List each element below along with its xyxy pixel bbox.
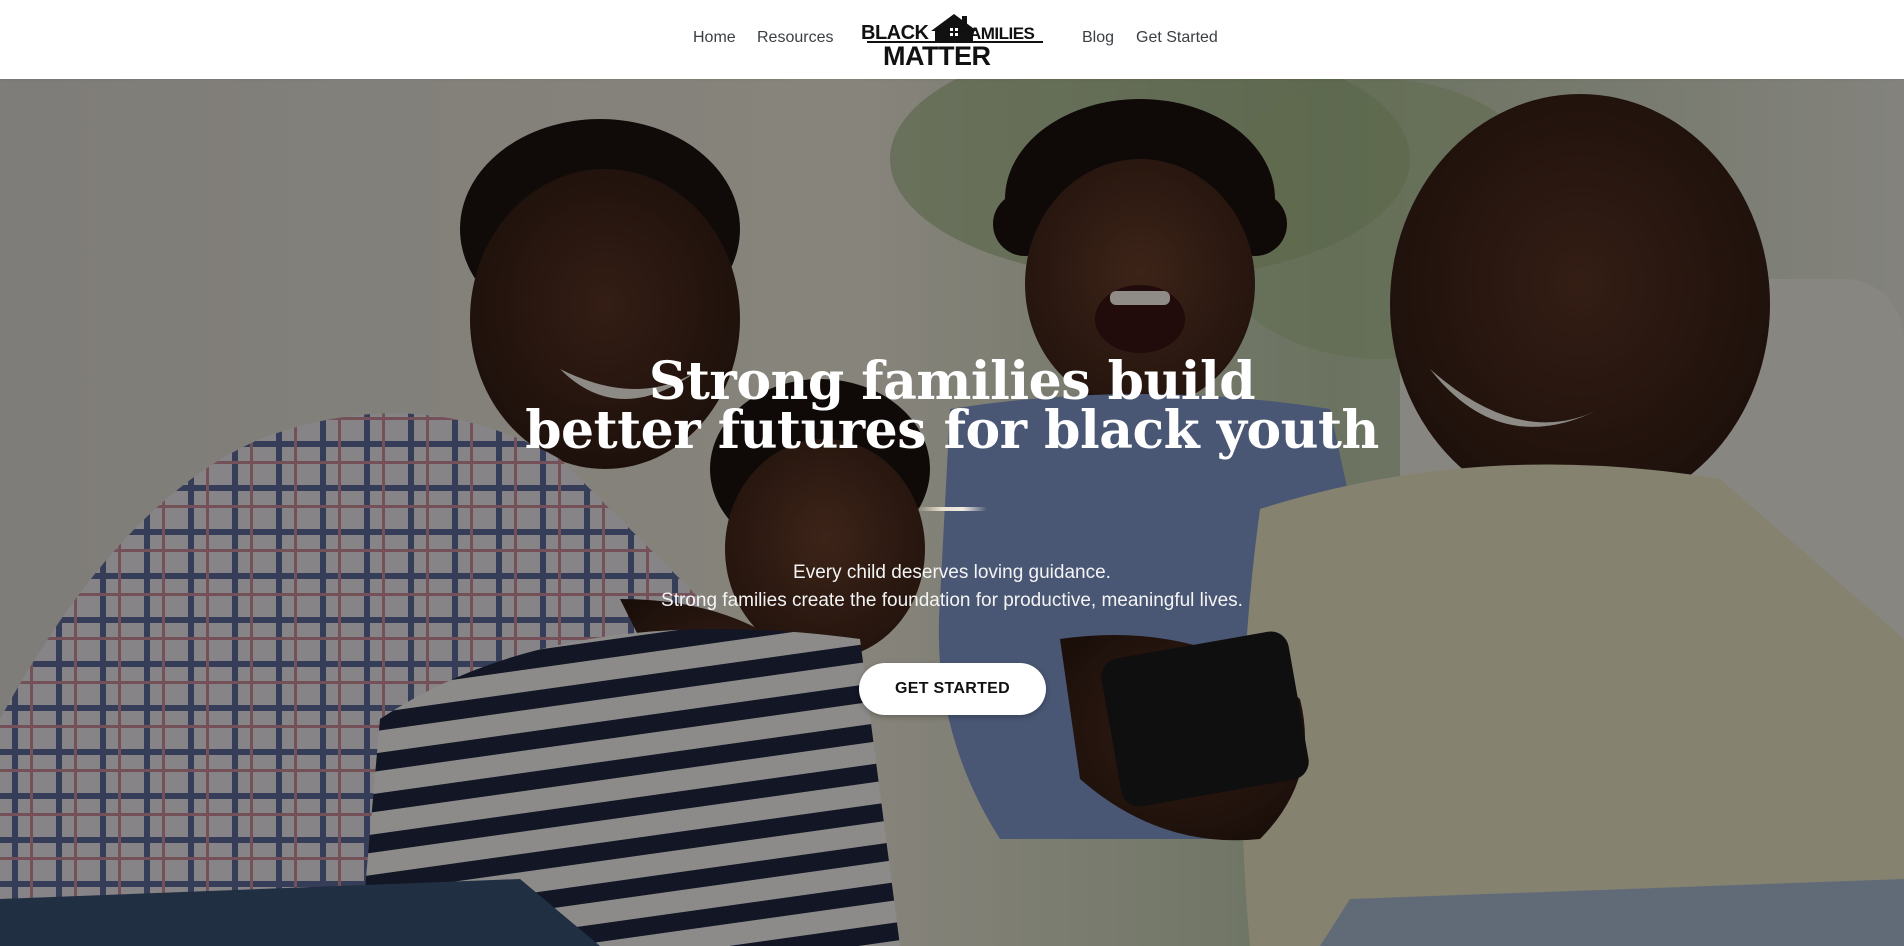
hero-subtitle-line-2: Strong families create the foundation fo… (661, 590, 1243, 611)
site-logo[interactable]: BLACK FAMILIES MATTER (861, 11, 1048, 71)
hero-title-line-1: Strong families build (648, 351, 1256, 412)
get-started-button[interactable]: GET STARTED (859, 663, 1046, 715)
svg-text:MATTER: MATTER (883, 41, 990, 67)
hero-dark-overlay (0, 79, 1904, 946)
nav-blog[interactable]: Blog (1082, 29, 1114, 47)
hero-subtitle-line-1: Every child deserves loving guidance. (793, 562, 1111, 583)
nav-get-started[interactable]: Get Started (1136, 29, 1218, 47)
site-header: Home Resources BLACK FAMILIES MATTER Blo… (0, 0, 1904, 79)
hero-divider (917, 507, 987, 511)
hero-section: Strong families build better futures for… (0, 79, 1904, 946)
hero-title-line-2: better futures for black youth (525, 400, 1379, 461)
nav-home[interactable]: Home (693, 29, 736, 47)
hero-title: Strong families build better futures for… (452, 351, 1452, 461)
hero-subtitle: Every child deserves loving guidance. St… (452, 559, 1452, 615)
nav-resources[interactable]: Resources (757, 29, 833, 47)
black-families-matter-logo: BLACK FAMILIES MATTER (861, 14, 1043, 71)
